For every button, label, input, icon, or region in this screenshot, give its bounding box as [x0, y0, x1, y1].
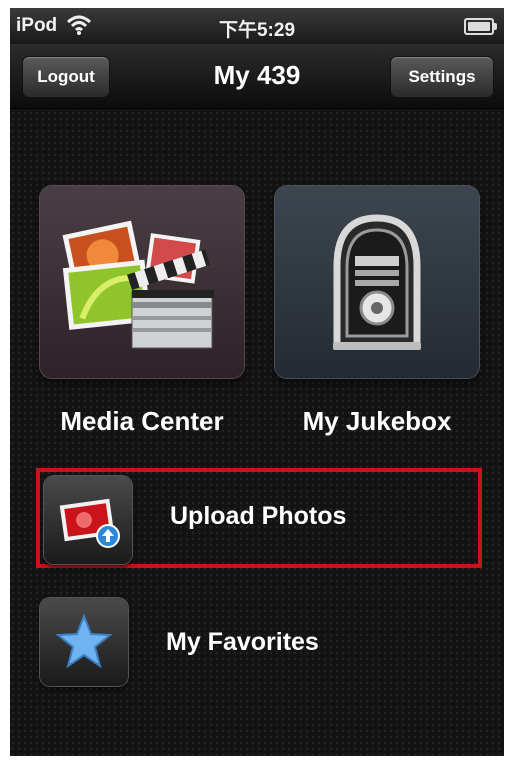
- upload-photo-icon: [44, 476, 132, 564]
- status-bar: iPod 下午5:29: [10, 8, 504, 44]
- jukebox-tile[interactable]: [275, 186, 479, 378]
- battery-icon: [464, 18, 497, 35]
- star-icon: [40, 598, 128, 686]
- my-favorites-label: My Favorites: [166, 628, 319, 656]
- settings-button[interactable]: Settings: [390, 56, 494, 98]
- upload-photos-label: Upload Photos: [170, 502, 347, 530]
- nav-bar: Logout My 439 Settings: [10, 44, 504, 109]
- upload-photos-row[interactable]: Upload Photos: [36, 468, 482, 568]
- jukebox-icon: [333, 214, 421, 350]
- phone-screen: iPod 下午5:29 Logout My 439 Settings Media…: [10, 8, 504, 756]
- jukebox-label: My Jukebox: [302, 406, 452, 436]
- media-center-label: Media Center: [60, 406, 224, 436]
- media-center-tile[interactable]: [40, 186, 244, 378]
- status-time: 下午5:29: [218, 20, 296, 41]
- my-favorites-row[interactable]: My Favorites: [36, 590, 482, 690]
- media-center-icon: [62, 220, 214, 349]
